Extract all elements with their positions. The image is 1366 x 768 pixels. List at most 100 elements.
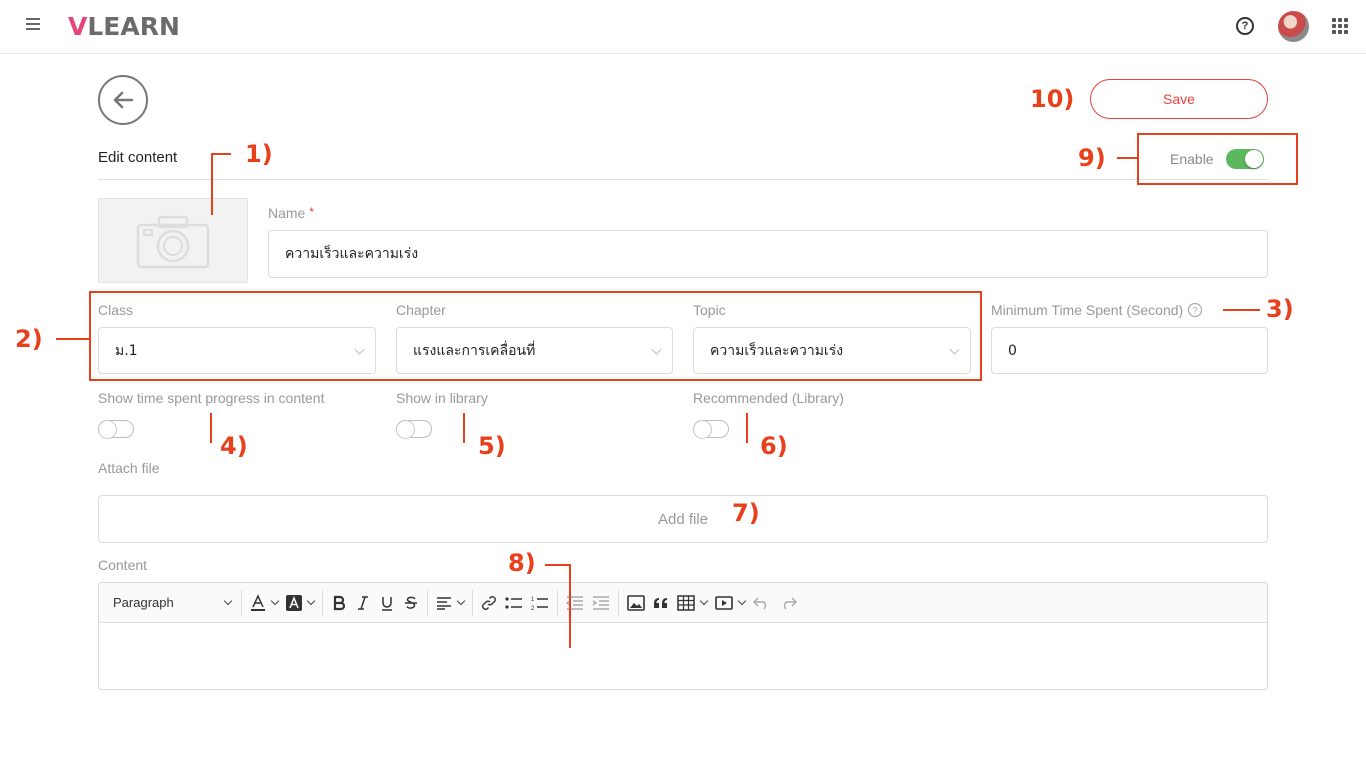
annotation-line-2 bbox=[56, 338, 89, 340]
logo-v: V bbox=[68, 11, 88, 41]
annotation-line-8 bbox=[545, 564, 571, 566]
annotation-3: 3) bbox=[1266, 295, 1294, 323]
help-icon[interactable]: ? bbox=[1236, 17, 1254, 35]
chevron-down-icon bbox=[270, 596, 280, 605]
highlight-color-button[interactable] bbox=[282, 589, 318, 617]
recommended-label: Recommended (Library) bbox=[693, 390, 844, 406]
annotation-box-enable bbox=[1137, 133, 1298, 185]
thumbnail-upload[interactable] bbox=[98, 198, 248, 283]
annotation-line-1 bbox=[211, 153, 213, 215]
camera-icon bbox=[136, 215, 210, 268]
annotation-line-8 bbox=[569, 564, 571, 648]
align-button[interactable] bbox=[432, 589, 468, 617]
font-color-button[interactable] bbox=[246, 589, 282, 617]
title-divider bbox=[98, 179, 1268, 180]
content-label: Content bbox=[98, 557, 148, 573]
name-value: ความเร็วและความเร่ง bbox=[285, 246, 419, 262]
underline-icon bbox=[382, 596, 392, 611]
bullet-list-icon bbox=[505, 596, 522, 609]
back-button[interactable] bbox=[98, 75, 148, 125]
image-icon bbox=[627, 594, 645, 611]
min-time-input[interactable]: 0 bbox=[991, 327, 1268, 374]
annotation-5: 5) bbox=[478, 432, 506, 460]
show-library-label: Show in library bbox=[396, 390, 488, 406]
min-time-value: 0 bbox=[1008, 342, 1017, 359]
annotation-line-1 bbox=[211, 153, 231, 155]
toolbar-divider bbox=[472, 589, 473, 616]
annotation-10: 10) bbox=[1030, 85, 1075, 113]
content-edit-area[interactable] bbox=[99, 623, 1267, 689]
underline-button[interactable] bbox=[375, 589, 399, 617]
show-library-toggle[interactable] bbox=[396, 420, 432, 438]
recommended-toggle[interactable] bbox=[693, 420, 729, 438]
italic-button[interactable] bbox=[351, 589, 375, 617]
name-label: Name * bbox=[268, 205, 314, 221]
numbered-list-button[interactable]: 12 bbox=[527, 589, 553, 617]
top-bar: V LEARN ? bbox=[0, 0, 1366, 54]
menu-icon[interactable] bbox=[26, 18, 44, 34]
toolbar-divider bbox=[557, 589, 558, 616]
logo-text: LEARN bbox=[87, 11, 180, 41]
svg-text:1: 1 bbox=[531, 597, 535, 603]
strikethrough-button[interactable] bbox=[399, 589, 423, 617]
annotation-line-6 bbox=[746, 413, 748, 443]
insert-table-button[interactable] bbox=[673, 589, 711, 617]
indent-button[interactable] bbox=[588, 589, 614, 617]
annotation-6: 6) bbox=[760, 432, 788, 460]
media-icon bbox=[715, 595, 733, 610]
bullet-list-button[interactable] bbox=[501, 589, 527, 617]
name-input[interactable]: ความเร็วและความเร่ง bbox=[268, 230, 1268, 278]
bold-icon bbox=[333, 595, 346, 610]
content-editor: Paragraph 12 bbox=[98, 582, 1268, 690]
redo-icon bbox=[783, 597, 797, 609]
undo-button[interactable] bbox=[749, 589, 775, 617]
insert-image-button[interactable] bbox=[623, 589, 649, 617]
insert-media-button[interactable] bbox=[711, 589, 749, 617]
vlearn-logo[interactable]: V LEARN bbox=[68, 10, 180, 42]
attach-file-label: Attach file bbox=[98, 460, 160, 476]
svg-text:?: ? bbox=[1193, 306, 1198, 316]
undo-icon bbox=[753, 597, 767, 609]
toolbar-divider bbox=[241, 589, 242, 616]
chevron-down-icon bbox=[737, 596, 747, 605]
link-icon bbox=[482, 595, 496, 610]
editor-toolbar: Paragraph 12 bbox=[99, 583, 1267, 623]
annotation-line-9 bbox=[1117, 157, 1137, 159]
annotation-4: 4) bbox=[220, 432, 248, 460]
paragraph-dropdown[interactable]: Paragraph bbox=[105, 589, 237, 617]
blockquote-button[interactable] bbox=[649, 589, 673, 617]
highlight-icon bbox=[286, 594, 302, 611]
annotation-box-class-fields bbox=[89, 291, 982, 381]
annotation-line-4 bbox=[210, 413, 212, 443]
bold-button[interactable] bbox=[327, 589, 351, 617]
annotation-8: 8) bbox=[508, 549, 536, 577]
outdent-button[interactable] bbox=[562, 589, 588, 617]
font-color-icon bbox=[251, 593, 265, 611]
show-progress-label: Show time spent progress in content bbox=[98, 390, 325, 406]
chevron-down-icon bbox=[456, 596, 466, 605]
toolbar-divider bbox=[427, 589, 428, 616]
avatar[interactable] bbox=[1278, 11, 1309, 42]
paragraph-label: Paragraph bbox=[113, 595, 174, 610]
annotation-line-3 bbox=[1223, 309, 1260, 311]
link-button[interactable] bbox=[477, 589, 501, 617]
save-button[interactable]: Save bbox=[1090, 79, 1268, 119]
add-file-button[interactable]: Add file bbox=[98, 495, 1268, 543]
indent-icon bbox=[592, 595, 609, 610]
strikethrough-icon bbox=[405, 596, 417, 609]
min-time-label: Minimum Time Spent (Second) ? bbox=[991, 302, 1203, 318]
add-file-text: Add file bbox=[657, 510, 709, 528]
apps-grid-icon[interactable] bbox=[1332, 18, 1348, 34]
annotation-line-5 bbox=[463, 413, 465, 443]
svg-text:2: 2 bbox=[531, 606, 535, 611]
toolbar-divider bbox=[322, 589, 323, 616]
annotation-9: 9) bbox=[1078, 144, 1106, 172]
align-left-icon bbox=[437, 596, 451, 610]
show-progress-toggle[interactable] bbox=[98, 420, 134, 438]
redo-button[interactable] bbox=[775, 589, 801, 617]
help-circle-icon[interactable]: ? bbox=[1187, 302, 1203, 318]
chevron-down-icon bbox=[223, 596, 233, 605]
page-title: Edit content bbox=[98, 149, 178, 166]
toolbar-divider bbox=[618, 589, 619, 616]
table-icon bbox=[677, 594, 695, 611]
